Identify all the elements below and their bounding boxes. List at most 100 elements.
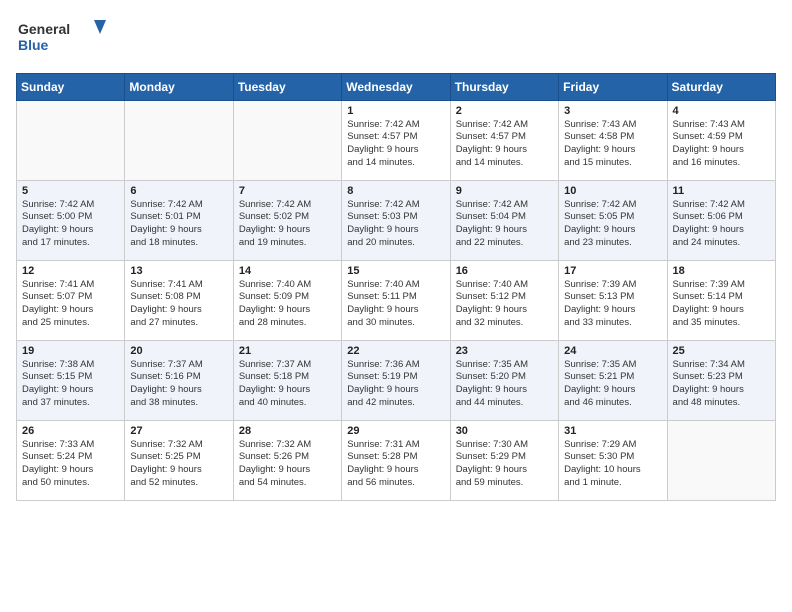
day-info: Sunrise: 7:43 AM Sunset: 4:58 PM Dayligh… [564,119,661,170]
day-number: 21 [239,345,336,357]
day-number: 13 [130,265,227,277]
day-number: 5 [22,185,119,197]
logo: General Blue [16,16,106,61]
day-info: Sunrise: 7:40 AM Sunset: 5:11 PM Dayligh… [347,279,444,330]
day-of-week-header: Friday [559,73,667,100]
day-info: Sunrise: 7:42 AM Sunset: 5:01 PM Dayligh… [130,199,227,250]
calendar-cell [125,100,233,180]
day-info: Sunrise: 7:34 AM Sunset: 5:23 PM Dayligh… [673,359,770,410]
day-number: 16 [456,265,553,277]
day-of-week-header: Thursday [450,73,558,100]
day-of-week-header: Tuesday [233,73,341,100]
day-number: 9 [456,185,553,197]
calendar-cell: 11 Sunrise: 7:42 AM Sunset: 5:06 PM Dayli… [667,180,775,260]
day-info: Sunrise: 7:38 AM Sunset: 5:15 PM Dayligh… [22,359,119,410]
logo-container: General Blue [16,16,106,61]
day-info: Sunrise: 7:36 AM Sunset: 5:19 PM Dayligh… [347,359,444,410]
day-info: Sunrise: 7:32 AM Sunset: 5:25 PM Dayligh… [130,439,227,490]
day-info: Sunrise: 7:39 AM Sunset: 5:14 PM Dayligh… [673,279,770,330]
day-number: 7 [239,185,336,197]
day-info: Sunrise: 7:42 AM Sunset: 4:57 PM Dayligh… [347,119,444,170]
day-info: Sunrise: 7:35 AM Sunset: 5:21 PM Dayligh… [564,359,661,410]
day-number: 11 [673,185,770,197]
calendar-cell [233,100,341,180]
day-number: 18 [673,265,770,277]
day-number: 25 [673,345,770,357]
day-info: Sunrise: 7:37 AM Sunset: 5:18 PM Dayligh… [239,359,336,410]
calendar-cell: 15 Sunrise: 7:40 AM Sunset: 5:11 PM Dayli… [342,260,450,340]
day-info: Sunrise: 7:43 AM Sunset: 4:59 PM Dayligh… [673,119,770,170]
day-info: Sunrise: 7:41 AM Sunset: 5:07 PM Dayligh… [22,279,119,330]
calendar-cell: 30 Sunrise: 7:30 AM Sunset: 5:29 PM Dayli… [450,420,558,500]
day-info: Sunrise: 7:29 AM Sunset: 5:30 PM Dayligh… [564,439,661,490]
calendar-cell: 19 Sunrise: 7:38 AM Sunset: 5:15 PM Dayli… [17,340,125,420]
page-header: General Blue [16,16,776,61]
calendar-cell: 28 Sunrise: 7:32 AM Sunset: 5:26 PM Dayli… [233,420,341,500]
day-of-week-header: Sunday [17,73,125,100]
day-info: Sunrise: 7:33 AM Sunset: 5:24 PM Dayligh… [22,439,119,490]
day-info: Sunrise: 7:37 AM Sunset: 5:16 PM Dayligh… [130,359,227,410]
calendar-cell: 16 Sunrise: 7:40 AM Sunset: 5:12 PM Dayli… [450,260,558,340]
day-number: 28 [239,425,336,437]
day-number: 20 [130,345,227,357]
day-number: 22 [347,345,444,357]
calendar-cell [667,420,775,500]
calendar-cell: 6 Sunrise: 7:42 AM Sunset: 5:01 PM Daylig… [125,180,233,260]
day-info: Sunrise: 7:39 AM Sunset: 5:13 PM Dayligh… [564,279,661,330]
day-number: 4 [673,105,770,117]
day-number: 10 [564,185,661,197]
calendar-cell: 23 Sunrise: 7:35 AM Sunset: 5:20 PM Dayli… [450,340,558,420]
calendar-cell: 8 Sunrise: 7:42 AM Sunset: 5:03 PM Daylig… [342,180,450,260]
calendar-cell: 9 Sunrise: 7:42 AM Sunset: 5:04 PM Daylig… [450,180,558,260]
day-number: 26 [22,425,119,437]
day-info: Sunrise: 7:42 AM Sunset: 5:03 PM Dayligh… [347,199,444,250]
day-number: 17 [564,265,661,277]
day-number: 3 [564,105,661,117]
calendar-cell: 25 Sunrise: 7:34 AM Sunset: 5:23 PM Dayli… [667,340,775,420]
day-number: 14 [239,265,336,277]
calendar-table: SundayMondayTuesdayWednesdayThursdayFrid… [16,73,776,501]
day-of-week-header: Monday [125,73,233,100]
day-of-week-header: Wednesday [342,73,450,100]
svg-text:Blue: Blue [18,37,49,53]
day-info: Sunrise: 7:31 AM Sunset: 5:28 PM Dayligh… [347,439,444,490]
calendar-cell: 4 Sunrise: 7:43 AM Sunset: 4:59 PM Daylig… [667,100,775,180]
day-number: 2 [456,105,553,117]
calendar-cell: 31 Sunrise: 7:29 AM Sunset: 5:30 PM Dayli… [559,420,667,500]
day-number: 6 [130,185,227,197]
day-number: 1 [347,105,444,117]
calendar-cell: 22 Sunrise: 7:36 AM Sunset: 5:19 PM Dayli… [342,340,450,420]
day-number: 12 [22,265,119,277]
calendar-cell: 20 Sunrise: 7:37 AM Sunset: 5:16 PM Dayli… [125,340,233,420]
calendar-cell [17,100,125,180]
day-number: 27 [130,425,227,437]
day-number: 29 [347,425,444,437]
day-number: 8 [347,185,444,197]
calendar-cell: 27 Sunrise: 7:32 AM Sunset: 5:25 PM Dayli… [125,420,233,500]
day-info: Sunrise: 7:42 AM Sunset: 5:02 PM Dayligh… [239,199,336,250]
calendar-cell: 21 Sunrise: 7:37 AM Sunset: 5:18 PM Dayli… [233,340,341,420]
calendar-cell: 29 Sunrise: 7:31 AM Sunset: 5:28 PM Dayli… [342,420,450,500]
day-info: Sunrise: 7:41 AM Sunset: 5:08 PM Dayligh… [130,279,227,330]
calendar-cell: 14Sunrise: 7:40 AM Sunset: 5:09 PM Dayli… [233,260,341,340]
day-info: Sunrise: 7:42 AM Sunset: 5:04 PM Dayligh… [456,199,553,250]
calendar-cell: 13 Sunrise: 7:41 AM Sunset: 5:08 PM Dayli… [125,260,233,340]
day-number: 24 [564,345,661,357]
day-info: Sunrise: 7:42 AM Sunset: 5:05 PM Dayligh… [564,199,661,250]
day-info: Sunrise: 7:42 AM Sunset: 4:57 PM Dayligh… [456,119,553,170]
calendar-cell: 5 Sunrise: 7:42 AM Sunset: 5:00 PM Daylig… [17,180,125,260]
svg-text:General: General [18,21,70,37]
day-info: Sunrise: 7:42 AM Sunset: 5:06 PM Dayligh… [673,199,770,250]
day-info: Sunrise: 7:42 AM Sunset: 5:00 PM Dayligh… [22,199,119,250]
day-info: Sunrise: 7:32 AM Sunset: 5:26 PM Dayligh… [239,439,336,490]
day-number: 31 [564,425,661,437]
day-number: 15 [347,265,444,277]
day-number: 30 [456,425,553,437]
calendar-cell: 17 Sunrise: 7:39 AM Sunset: 5:13 PM Dayli… [559,260,667,340]
day-info: Sunrise: 7:35 AM Sunset: 5:20 PM Dayligh… [456,359,553,410]
day-info: Sunrise: 7:30 AM Sunset: 5:29 PM Dayligh… [456,439,553,490]
day-number: 19 [22,345,119,357]
calendar-cell: 1 Sunrise: 7:42 AM Sunset: 4:57 PM Daylig… [342,100,450,180]
day-number: 23 [456,345,553,357]
day-info: Sunrise: 7:40 AM Sunset: 5:12 PM Dayligh… [456,279,553,330]
